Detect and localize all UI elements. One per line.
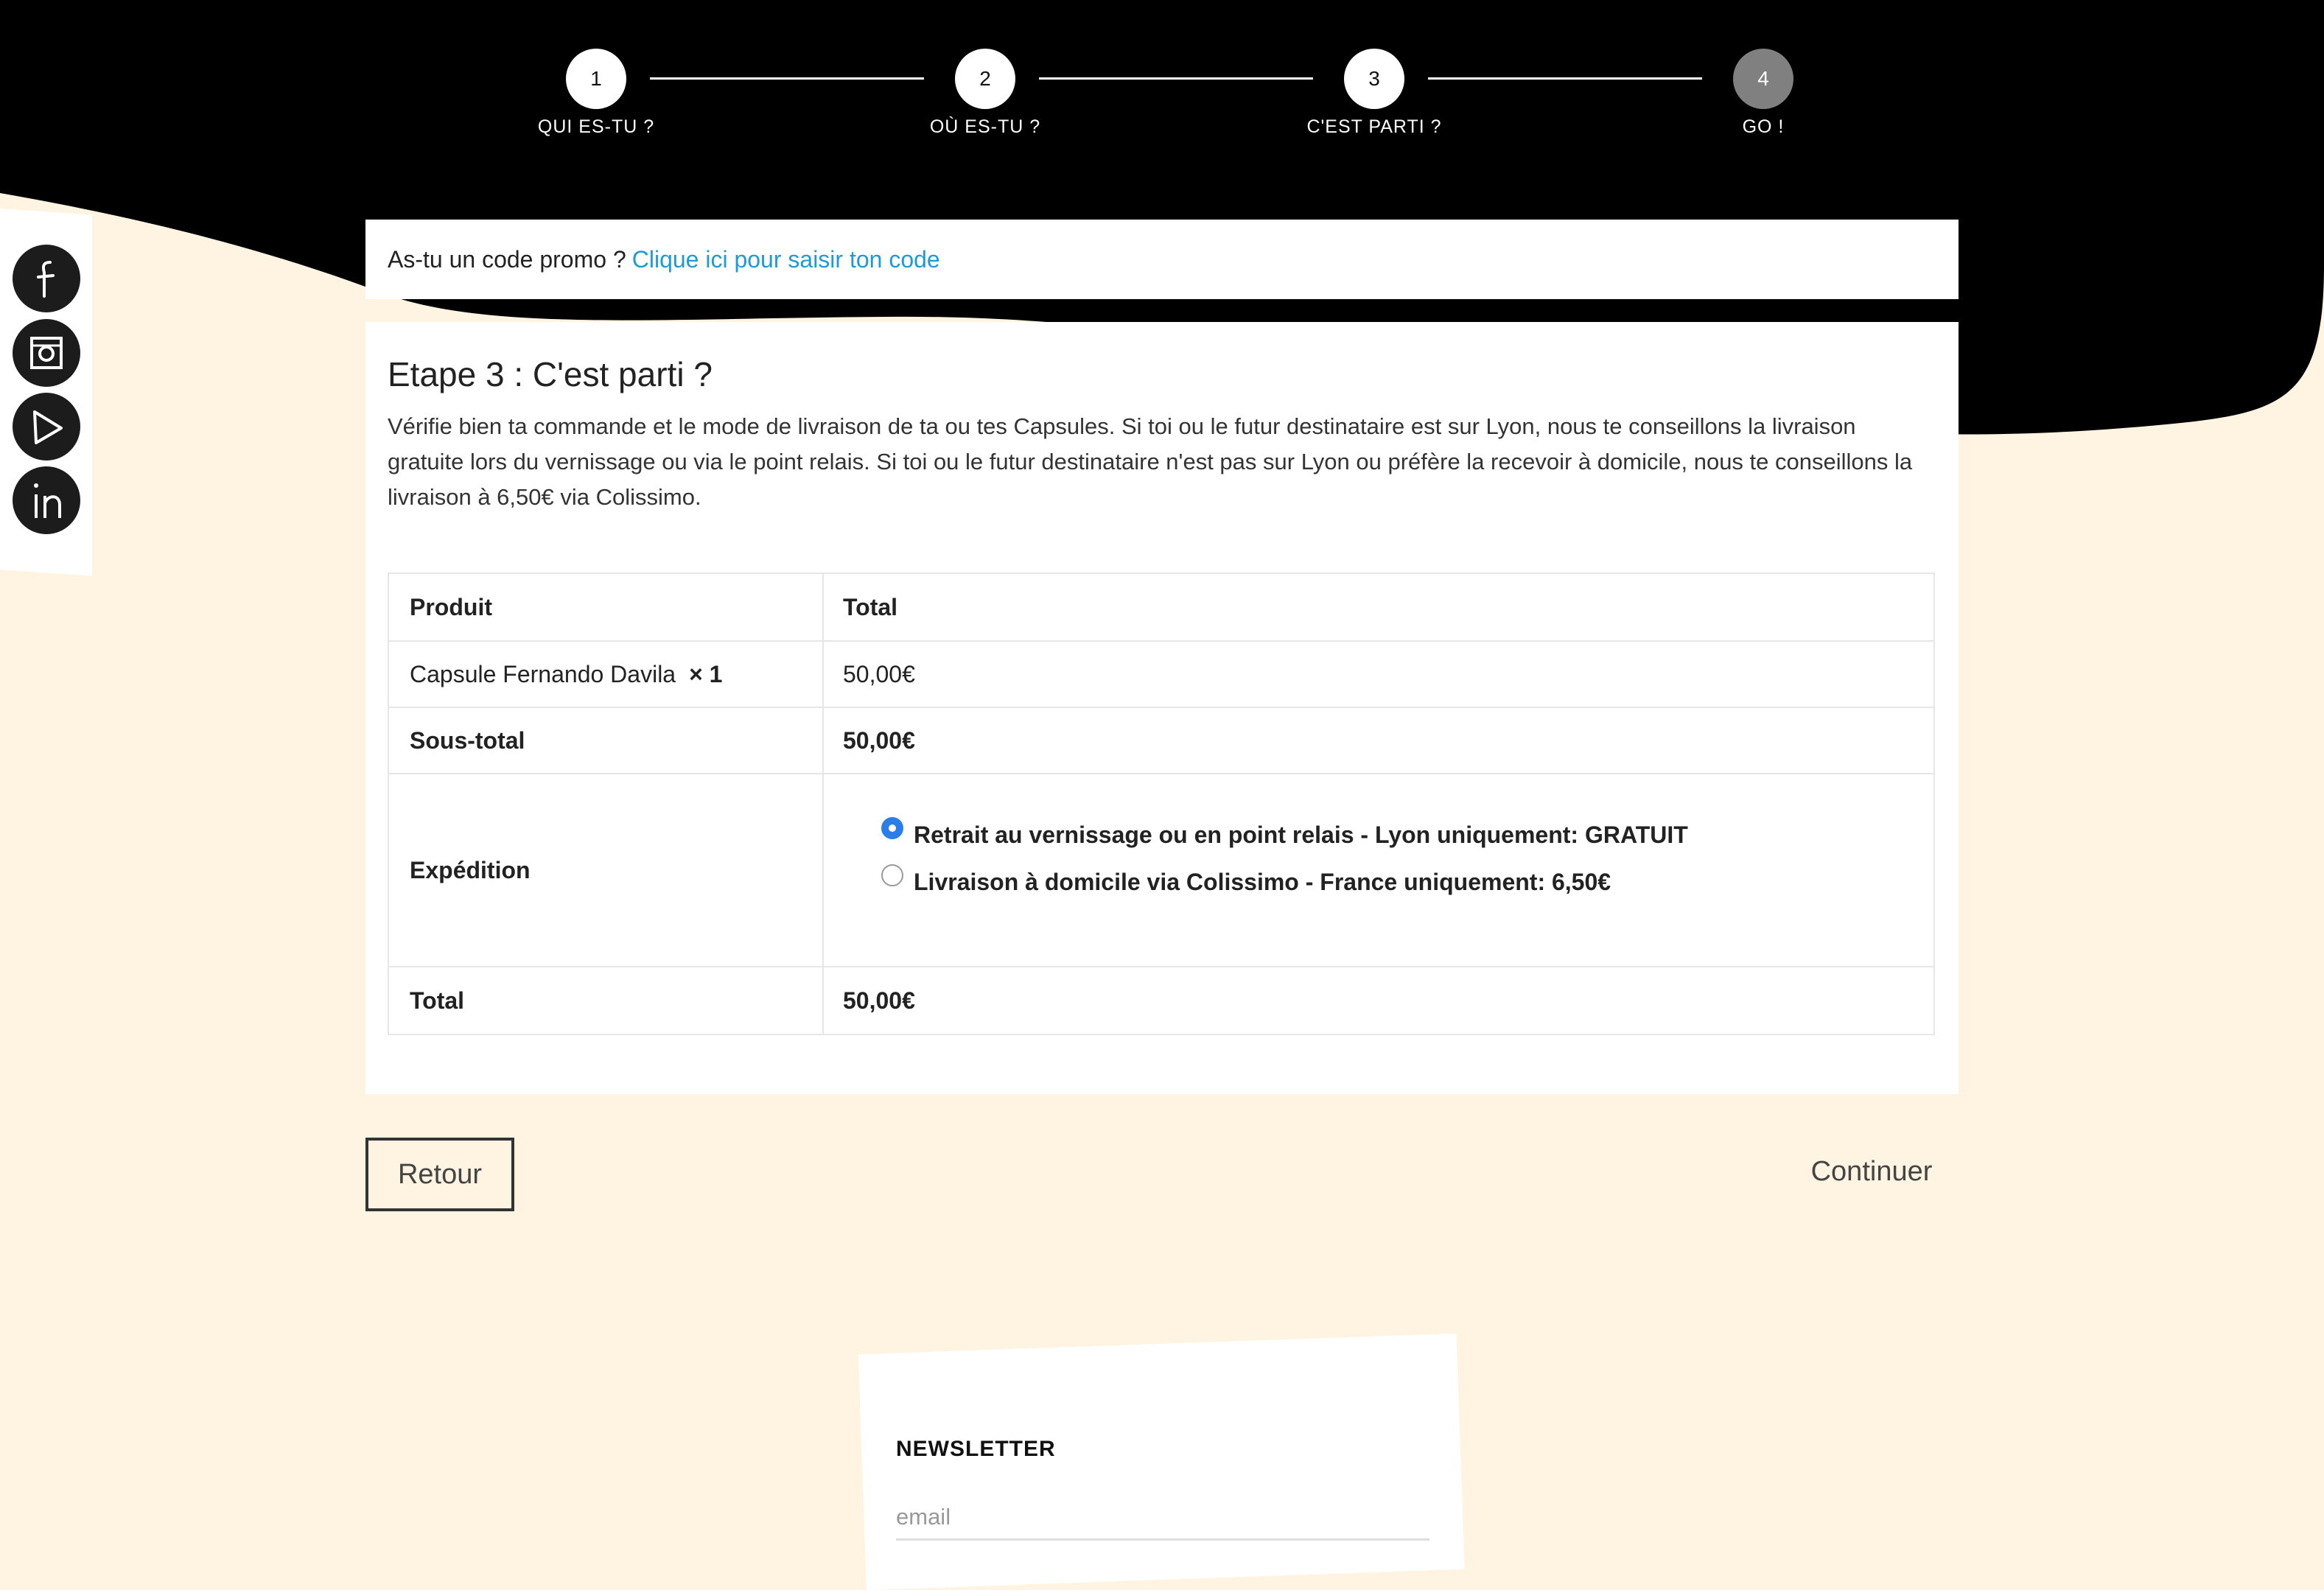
step-4-circle[interactable]: 4 xyxy=(1733,49,1793,109)
step-2-circle[interactable]: 2 xyxy=(955,49,1015,109)
shipping-option-colissimo[interactable]: Livraison à domicile via Colissimo - Fra… xyxy=(881,858,1688,906)
continue-button[interactable]: Continuer xyxy=(1783,1149,1960,1194)
back-button[interactable]: Retour xyxy=(365,1138,514,1211)
checkout-stepper: 1 2 3 4 QUI ES-TU ? OÙ ES-TU ? C'EST PAR… xyxy=(0,0,2324,177)
play-icon[interactable] xyxy=(13,393,80,460)
product-cell: Capsule Fernando Davila × 1 xyxy=(389,642,824,707)
promo-code-link[interactable]: Clique ici pour saisir ton code xyxy=(632,246,940,273)
total-row: Total 50,00€ xyxy=(389,967,1933,1034)
facebook-icon[interactable] xyxy=(13,245,80,312)
step-connector xyxy=(650,77,924,80)
table-header-row: Produit Total xyxy=(389,574,1933,642)
colissimo-option-label[interactable]: Livraison à domicile via Colissimo - Fra… xyxy=(914,869,1611,896)
step-connector xyxy=(1039,77,1313,80)
newsletter-email-field[interactable] xyxy=(896,1496,1429,1541)
pickup-radio[interactable] xyxy=(881,817,903,839)
subtotal-label: Sous-total xyxy=(389,708,824,773)
step-description: Vérifie bien ta commande et le mode de l… xyxy=(388,413,1913,510)
table-row: Capsule Fernando Davila × 1 50,00€ xyxy=(389,642,1933,708)
shipping-row: Expédition Retrait au vernissage ou en p… xyxy=(389,774,1933,967)
product-quantity: × 1 xyxy=(689,660,723,687)
page-title: Etape 3 : C'est parti ? xyxy=(388,355,713,393)
order-table: Produit Total Capsule Fernando Davila × … xyxy=(388,572,1935,1035)
promo-code-bar: As-tu un code promo ? Clique ici pour sa… xyxy=(365,220,1959,299)
header-total: Total xyxy=(843,593,898,620)
total-value: 50,00€ xyxy=(843,987,915,1014)
product-name: Capsule Fernando Davila xyxy=(410,660,676,687)
linkedin-icon[interactable] xyxy=(13,466,80,534)
shipping-option-pickup[interactable]: Retrait au vernissage ou en point relais… xyxy=(881,811,1688,858)
product-total: 50,00€ xyxy=(843,660,915,687)
instagram-icon[interactable] xyxy=(13,319,80,387)
step-4-label: GO ! xyxy=(1742,116,1785,137)
header-product: Produit xyxy=(389,574,824,640)
newsletter-title: NEWSLETTER xyxy=(896,1437,1056,1461)
step-3-circle[interactable]: 3 xyxy=(1344,49,1404,109)
step-1-label: QUI ES-TU ? xyxy=(537,116,655,137)
shipping-label: Expédition xyxy=(389,774,824,966)
step-1-circle[interactable]: 1 xyxy=(566,49,626,109)
order-review-card: Etape 3 : C'est parti ? Vérifie bien ta … xyxy=(365,322,1959,1094)
total-label: Total xyxy=(389,967,824,1034)
shipping-options: Retrait au vernissage ou en point relais… xyxy=(881,811,1688,906)
step-connector xyxy=(1428,77,1702,80)
promo-text: As-tu un code promo ? xyxy=(388,245,626,273)
colissimo-radio[interactable] xyxy=(881,864,903,886)
step-3-label: C'EST PARTI ? xyxy=(1306,116,1442,137)
pickup-option-label[interactable]: Retrait au vernissage ou en point relais… xyxy=(914,822,1688,849)
subtotal-value: 50,00€ xyxy=(843,726,915,754)
subtotal-row: Sous-total 50,00€ xyxy=(389,708,1933,774)
step-2-label: OÙ ES-TU ? xyxy=(929,116,1041,137)
